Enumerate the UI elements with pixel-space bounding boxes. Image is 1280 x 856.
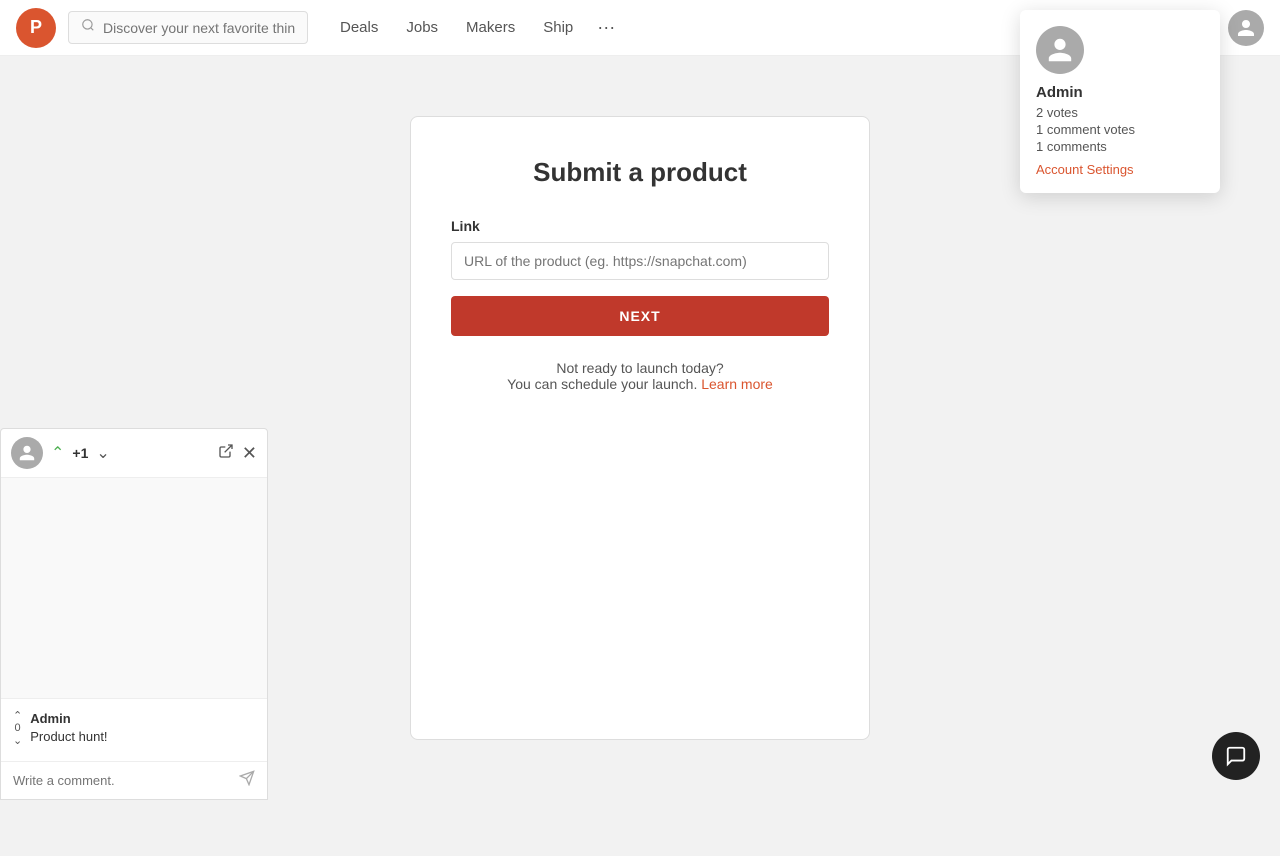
chat-bubble-button[interactable] [1212, 732, 1260, 780]
schedule-text: You can schedule your launch. Learn more [451, 376, 829, 392]
widget-header: ⌃ +1 ⌄ ✕ [1, 429, 267, 478]
vote-down-small-icon: ⌄ [13, 734, 22, 747]
dropdown-username: Admin [1036, 84, 1204, 101]
widget-thread-row: ⌃ 0 ⌄ Admin Product hunt! [13, 709, 255, 747]
nav-ship[interactable]: Ship [531, 11, 585, 44]
widget-close-button[interactable]: ✕ [242, 443, 257, 464]
comment-area [1, 761, 267, 799]
widget-actions: ✕ [218, 443, 257, 464]
not-ready-text: Not ready to launch today? [451, 360, 829, 376]
nav-deals[interactable]: Deals [328, 11, 390, 44]
search-icon [81, 18, 95, 37]
vote-count-small: 0 [15, 722, 21, 734]
thread-info: Admin Product hunt! [30, 710, 107, 746]
dropdown-comment-votes: 1 comment votes [1036, 122, 1204, 137]
widget-thread: ⌃ 0 ⌄ Admin Product hunt! [1, 698, 267, 761]
bottom-widget: ⌃ +1 ⌄ ✕ ⌃ 0 ⌄ Admin Produc [0, 428, 268, 800]
next-button[interactable]: NEXT [451, 296, 829, 336]
account-settings-link[interactable]: Account Settings [1036, 162, 1204, 177]
submit-form-card: Submit a product Link NEXT Not ready to … [410, 116, 870, 740]
send-icon[interactable] [239, 770, 255, 791]
nav-more-button[interactable]: ··· [589, 9, 623, 46]
thread-title: Product hunt! [30, 729, 107, 744]
link-label: Link [451, 218, 829, 234]
link-input[interactable] [451, 242, 829, 280]
thread-user: Admin [30, 711, 70, 726]
comment-input[interactable] [13, 773, 239, 788]
widget-body [1, 478, 267, 698]
search-input[interactable] [103, 20, 295, 36]
vote-up-small-icon: ⌃ [13, 709, 22, 722]
vote-count: +1 [72, 445, 88, 461]
external-link-icon[interactable] [218, 443, 234, 464]
logo[interactable]: P [16, 8, 56, 48]
dropdown-comments: 1 comments [1036, 139, 1204, 154]
learn-more-link[interactable]: Learn more [701, 376, 773, 392]
nav-jobs[interactable]: Jobs [394, 11, 450, 44]
user-avatar-button[interactable] [1228, 10, 1264, 46]
vote-up-button[interactable]: ⌃ [51, 443, 64, 463]
page-title: Submit a product [451, 157, 829, 188]
navbar-right [1228, 10, 1264, 46]
user-dropdown: Admin 2 votes 1 comment votes 1 comments… [1020, 10, 1220, 193]
widget-votes: ⌃ 0 ⌄ [13, 709, 22, 747]
dropdown-votes: 2 votes [1036, 105, 1204, 120]
search-bar[interactable] [68, 11, 308, 44]
nav-links: Deals Jobs Makers Ship ··· [328, 9, 623, 46]
widget-avatar [11, 437, 43, 469]
dropdown-avatar [1036, 26, 1084, 74]
nav-makers[interactable]: Makers [454, 11, 527, 44]
vote-down-button[interactable]: ⌄ [96, 443, 109, 463]
